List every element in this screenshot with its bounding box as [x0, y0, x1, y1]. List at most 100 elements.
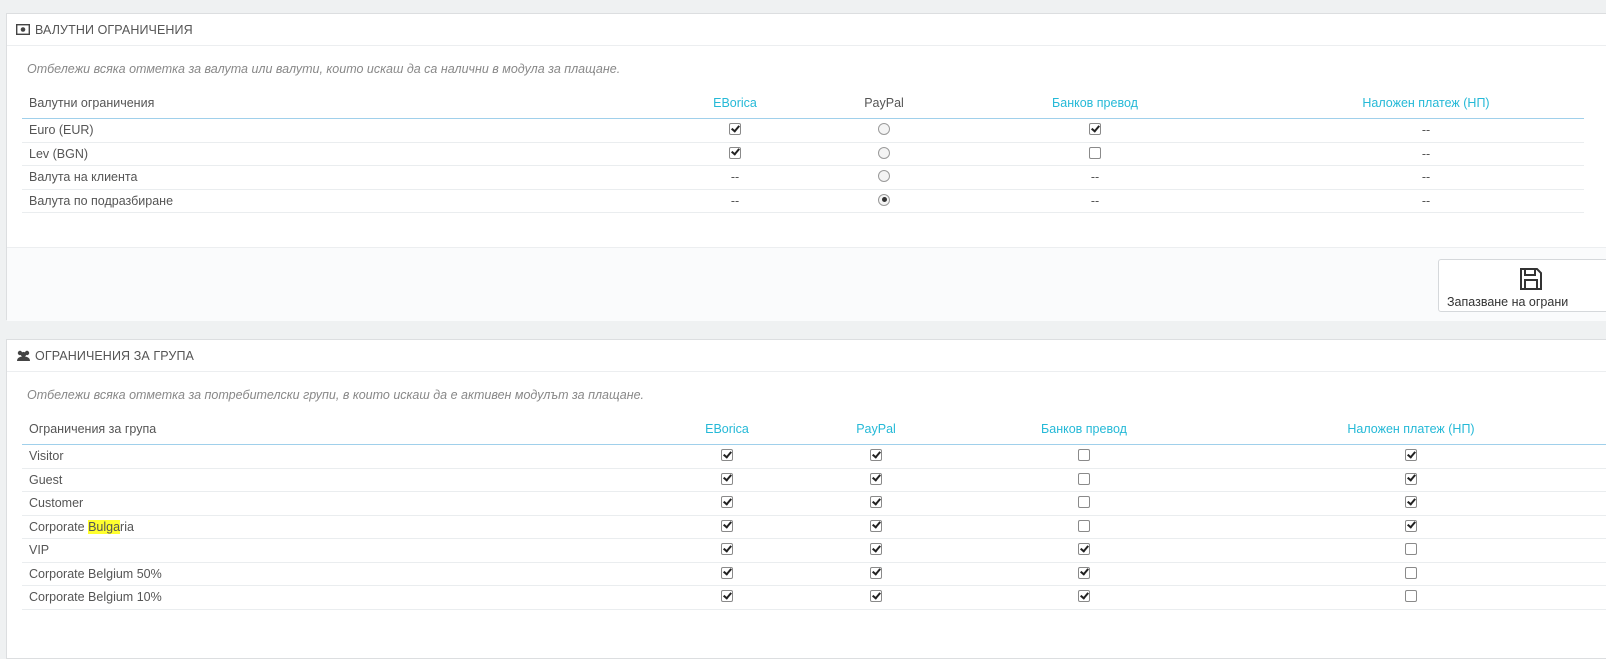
checkbox[interactable] [721, 590, 733, 603]
cell [624, 118, 846, 143]
radio-button[interactable] [878, 193, 890, 206]
money-icon [16, 24, 31, 36]
checkbox[interactable] [1078, 543, 1090, 556]
checkbox[interactable] [721, 566, 733, 579]
groups-hint: Отбележи всяка отметка за потребителски … [27, 388, 645, 402]
cell: -- [624, 165, 846, 190]
cell [846, 118, 922, 143]
checkbox[interactable] [1078, 590, 1090, 603]
cell [656, 562, 798, 586]
column-header: Наложен платеж (НП) [1268, 87, 1584, 119]
cell: -- [1268, 165, 1584, 190]
checkbox[interactable] [870, 519, 882, 532]
checkbox[interactable] [1405, 566, 1417, 579]
checkbox[interactable] [870, 496, 882, 509]
checkbox[interactable] [870, 472, 882, 485]
cell [1214, 444, 1606, 469]
checkbox[interactable] [721, 449, 733, 462]
table-row: Customer [22, 491, 1606, 516]
row-label: Corporate Belgium 50% [22, 562, 656, 586]
checkbox[interactable] [1078, 519, 1090, 532]
table-row: Lev (BGN) -- [22, 142, 1584, 166]
cell [798, 468, 954, 492]
cell [624, 142, 846, 166]
cell [798, 515, 954, 539]
cell: -- [922, 189, 1268, 213]
table-row: Visitor [22, 444, 1606, 469]
checkbox[interactable] [721, 496, 733, 509]
cell [954, 468, 1214, 492]
cell [1214, 538, 1606, 563]
cell [846, 142, 922, 166]
table-row: VIP [22, 538, 1606, 563]
column-header: PayPal [798, 413, 954, 445]
cell [798, 562, 954, 586]
row-label: Customer [22, 491, 656, 516]
cell [922, 118, 1268, 143]
groups-table: Ограничения за група EBorica PayPal Банков … [22, 413, 1606, 610]
column-header: Наложен платеж (НП) [1214, 413, 1606, 445]
cell: -- [922, 165, 1268, 190]
cell [798, 491, 954, 516]
save-restrictions-button[interactable]: Запазване на ограни [1438, 259, 1606, 312]
checkbox[interactable] [1405, 496, 1417, 509]
cell [656, 444, 798, 469]
table-row: Corporate Belgium 50% [22, 562, 1606, 586]
currency-restrictions-panel: Валутни ограничения Отбележи всяка отмет… [6, 13, 1606, 321]
row-label: Валута по подразбиране [22, 189, 624, 213]
checkbox[interactable] [870, 590, 882, 603]
cell [1214, 562, 1606, 586]
checkbox[interactable] [1405, 519, 1417, 532]
row-label: Corporate Belgium 10% [22, 585, 656, 610]
checkbox[interactable] [1078, 566, 1090, 579]
checkbox[interactable] [1405, 543, 1417, 556]
row-label: Corporate Bulgaria [22, 515, 656, 539]
cell [954, 444, 1214, 469]
users-icon [16, 350, 31, 362]
column-header: Банков превод [922, 87, 1268, 119]
checkbox[interactable] [870, 543, 882, 556]
checkbox[interactable] [1078, 472, 1090, 485]
cell [656, 491, 798, 516]
cell [1214, 585, 1606, 610]
cell [954, 538, 1214, 563]
cell: -- [624, 189, 846, 213]
radio-button[interactable] [878, 123, 890, 136]
checkbox[interactable] [1078, 449, 1090, 462]
row-label: VIP [22, 538, 656, 563]
column-header: Банков превод [954, 413, 1214, 445]
row-label: Lev (BGN) [22, 142, 624, 166]
table-row: Corporate Bulgaria [22, 515, 1606, 539]
row-label: Euro (EUR) [22, 118, 624, 143]
row-label: Guest [22, 468, 656, 492]
radio-button[interactable] [878, 146, 890, 159]
column-header: PayPal [846, 87, 922, 119]
checkbox[interactable] [1405, 449, 1417, 462]
checkbox[interactable] [870, 566, 882, 579]
table-row: Валута по подразбиране -- -- -- [22, 189, 1584, 213]
table-row: Euro (EUR) -- [22, 118, 1584, 143]
cell: -- [1268, 189, 1584, 213]
checkbox[interactable] [870, 449, 882, 462]
checkbox[interactable] [1405, 590, 1417, 603]
table-row: Guest [22, 468, 1606, 492]
cell [656, 585, 798, 610]
checkbox[interactable] [721, 519, 733, 532]
checkbox[interactable] [1405, 472, 1417, 485]
floppy-disk-icon [1519, 267, 1543, 294]
column-header: Валутни ограничения [22, 87, 624, 119]
search-highlight: Bulga [88, 519, 121, 534]
row-label: Visitor [22, 444, 656, 469]
checkbox[interactable] [1078, 496, 1090, 509]
checkbox[interactable] [721, 472, 733, 485]
checkbox[interactable] [721, 543, 733, 556]
checkbox[interactable] [729, 146, 741, 159]
currency-panel-title: Валутни ограничения [35, 22, 193, 37]
checkbox[interactable] [1089, 146, 1101, 159]
save-button-label: Запазване на ограни [1447, 295, 1569, 309]
radio-button[interactable] [878, 170, 890, 183]
groups-panel-title: Ограничения за група [35, 348, 194, 363]
checkbox[interactable] [729, 123, 741, 136]
checkbox[interactable] [1089, 123, 1101, 136]
groups-panel-header: Ограничения за група [7, 340, 1606, 372]
